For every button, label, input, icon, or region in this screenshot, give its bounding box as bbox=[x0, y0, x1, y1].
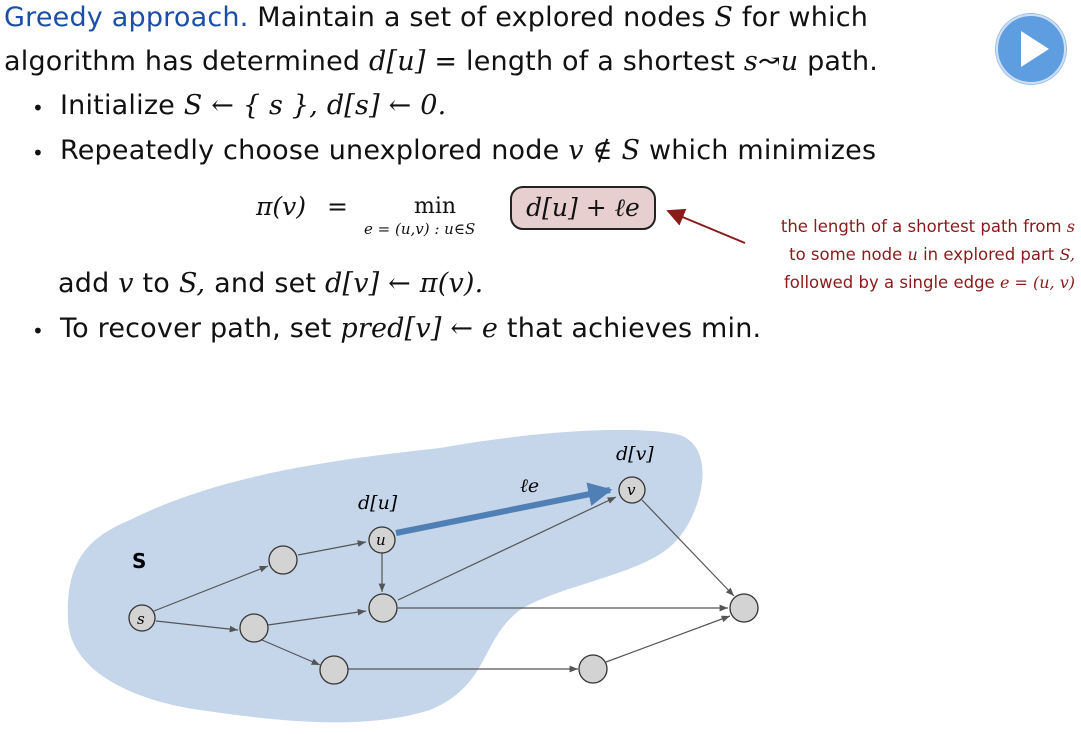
annotation-line-1: the length of a shortest path from s bbox=[780, 217, 1075, 236]
intro-text-1: Maintain a set of explored nodes bbox=[257, 2, 706, 33]
repeat-expr: v ∉ S bbox=[568, 135, 641, 166]
node-b bbox=[239, 613, 269, 643]
formula-eq: = bbox=[327, 192, 348, 221]
node-x bbox=[368, 593, 398, 623]
intro-line-2: algorithm has determined d[u] = length o… bbox=[4, 46, 878, 77]
node-s-label: s bbox=[137, 610, 145, 628]
path-expr: s↝u bbox=[743, 46, 799, 77]
intro-text-3: algorithm has determined bbox=[4, 46, 361, 77]
node-v-label: v bbox=[627, 481, 636, 499]
label-le: ℓe bbox=[520, 475, 539, 497]
intro-text-2: for which bbox=[741, 2, 869, 33]
intro-text-4: = length of a shortest bbox=[434, 46, 736, 77]
bullet-dot: • bbox=[32, 96, 44, 120]
intro-text-5: path. bbox=[807, 46, 879, 77]
repeat-tail: which minimizes bbox=[648, 135, 877, 166]
region-label-S: S bbox=[132, 549, 146, 573]
annotation-text: the length of a shortest path from s to … bbox=[781, 213, 1075, 297]
node-c bbox=[319, 655, 349, 685]
bullet-repeat: Repeatedly choose unexplored node v ∉ S … bbox=[60, 135, 876, 166]
formula-highlight-box: d[u] + ℓe bbox=[510, 186, 656, 230]
label-du: d[u] bbox=[358, 492, 398, 514]
play-icon bbox=[1021, 31, 1049, 67]
bullet-recover: To recover path, set pred[v] ← e that ac… bbox=[60, 313, 762, 344]
init-expr: S ← { s }, d[s] ← 0. bbox=[183, 90, 447, 121]
annotation-arrow bbox=[666, 208, 746, 244]
label-dv: d[v] bbox=[616, 443, 654, 465]
bullet-add: add v to S, and set d[v] ← π(v). bbox=[58, 268, 484, 299]
annotation-line-2: to some node u in explored part S, bbox=[789, 245, 1075, 264]
explored-region-S bbox=[67, 429, 703, 723]
repeat-label: Repeatedly choose unexplored node bbox=[60, 135, 560, 166]
edge-f-t bbox=[605, 615, 731, 663]
intro-line-1: Greedy approach. Maintain a set of explo… bbox=[4, 2, 868, 33]
play-button[interactable] bbox=[996, 14, 1066, 84]
init-label: Initialize bbox=[60, 90, 175, 121]
bullet-initialize: Initialize S ← { s }, d[s] ← 0. bbox=[60, 90, 446, 121]
node-u-label: u bbox=[376, 531, 386, 549]
node-a bbox=[268, 545, 298, 575]
graph-diagram: S s u v d[u] d[v] ℓe bbox=[67, 429, 759, 723]
var-S: S bbox=[714, 2, 734, 33]
node-t bbox=[729, 593, 759, 623]
formula-min: min bbox=[414, 194, 457, 219]
formula-sub: e = (u,v) : u∈S bbox=[364, 220, 476, 238]
bullet-dot: • bbox=[32, 141, 44, 165]
heading: Greedy approach. bbox=[4, 2, 249, 33]
bullet-dot: • bbox=[32, 319, 44, 343]
formula-lhs: π(v) bbox=[256, 192, 307, 221]
node-f bbox=[578, 654, 608, 684]
d-u-expr: d[u] bbox=[369, 46, 426, 77]
annotation-line-3: followed by a single edge e = (u, v) bbox=[783, 273, 1075, 292]
